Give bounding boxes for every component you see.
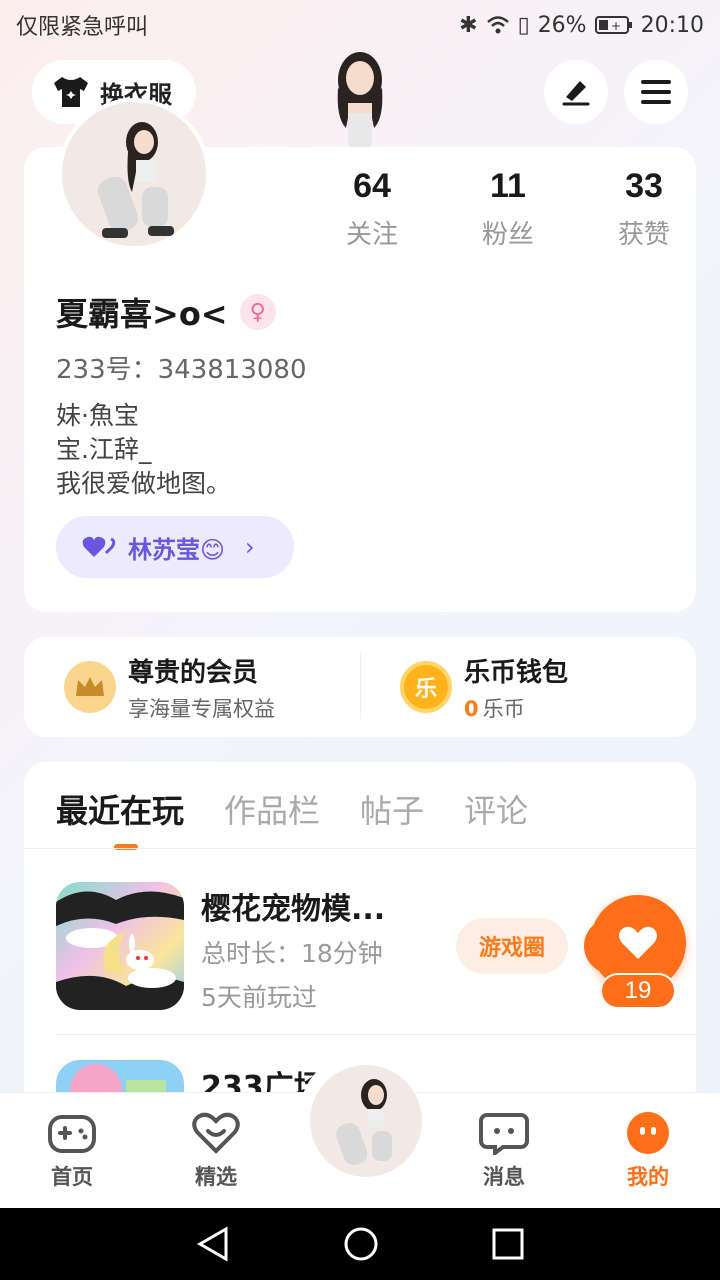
- coin-unit: 乐币: [482, 696, 525, 721]
- game-last-played: 5天前玩过: [201, 983, 317, 1012]
- gamepad-icon: [48, 1115, 96, 1153]
- nav-home-label: 首页: [51, 1165, 93, 1189]
- profile-avatar[interactable]: [58, 98, 210, 250]
- coin-wallet-entry[interactable]: 乐 乐币钱包 0 乐币: [360, 652, 696, 723]
- home-icon[interactable]: [343, 1226, 379, 1262]
- svg-text:+: +: [611, 19, 621, 33]
- profile-stats: 64 关注 11 粉丝 33 获赞: [304, 167, 712, 251]
- coin-amount: 0: [464, 696, 479, 721]
- like-float-button[interactable]: 19: [590, 895, 686, 1015]
- nav-avatar-center[interactable]: [288, 1053, 432, 1208]
- coin-balance: 0 乐币: [464, 693, 568, 723]
- followers-label: 粉丝: [481, 220, 534, 250]
- tab-recently-played[interactable]: 最近在玩: [56, 786, 184, 850]
- vip-title: 尊贵的会员: [128, 657, 259, 688]
- tshirt-icon: [54, 77, 88, 107]
- wallet-divider: [360, 653, 361, 719]
- likes-stat[interactable]: 33 获赞: [576, 167, 712, 251]
- chevron-right-icon: ›: [245, 533, 255, 561]
- menu-button[interactable]: [624, 60, 688, 124]
- carrier-text: 仅限紧急呼叫: [16, 15, 149, 40]
- membership-wallet-card: 尊贵的会员 享海量专属权益 乐 乐币钱包 0 乐币: [24, 637, 696, 737]
- game-meta: 总时长：18分钟 5天前玩过: [201, 932, 383, 1020]
- following-stat[interactable]: 64 关注: [304, 167, 440, 251]
- me-face-icon: [627, 1112, 669, 1154]
- nav-featured-label: 精选: [195, 1165, 237, 1189]
- followers-stat[interactable]: 11 粉丝: [440, 167, 576, 251]
- followers-count: 11: [490, 167, 526, 205]
- likes-label: 获赞: [617, 220, 670, 250]
- nav-messages-label: 消息: [483, 1165, 525, 1189]
- heart-icon: [619, 926, 657, 959]
- crown-icon: [64, 661, 116, 713]
- female-gender-icon: ♀: [239, 294, 276, 330]
- status-icons: ✱ ▯ 26% + 20:10: [459, 13, 704, 38]
- pen-icon: [562, 81, 590, 106]
- user-id: 233号：343813080: [56, 355, 307, 385]
- tab-works[interactable]: 作品栏: [224, 786, 320, 832]
- coin-icon: 乐: [400, 661, 452, 713]
- recents-icon[interactable]: [492, 1228, 524, 1260]
- game-duration: 总时长：18分钟: [201, 939, 383, 968]
- back-icon[interactable]: [196, 1226, 230, 1262]
- like-count: 19: [600, 973, 676, 1009]
- nav-messages[interactable]: 消息: [432, 1093, 576, 1208]
- bottom-navigation: 首页 精选 消息 我的: [0, 1053, 720, 1208]
- nav-me[interactable]: 我的: [576, 1093, 720, 1208]
- user-bio: 妹·魚宝 宝.江辞_ 我很爱做地图。: [56, 401, 232, 498]
- nav-home[interactable]: 首页: [0, 1093, 144, 1208]
- vip-subtitle: 享海量专属权益: [128, 696, 275, 721]
- tab-comments[interactable]: 评论: [464, 786, 528, 832]
- heart-outline-icon: [192, 1112, 240, 1154]
- battery-alert-icon: ▯: [517, 12, 530, 38]
- username: 夏霸喜>o< ♀: [56, 289, 276, 335]
- battery-percent: 26%: [537, 12, 587, 38]
- nav-featured[interactable]: 精选: [144, 1093, 288, 1208]
- tabs-divider: [24, 848, 696, 849]
- partner-name: 林苏莹😊: [128, 535, 226, 564]
- row-divider: [56, 1034, 696, 1035]
- coin-wallet-title: 乐币钱包: [464, 657, 569, 688]
- game-title: 樱花宠物模...: [201, 892, 386, 927]
- username-text: 夏霸喜>o<: [56, 295, 228, 333]
- profile-tabs: 最近在玩 作品栏 帖子 评论: [56, 786, 528, 850]
- likes-count: 33: [625, 167, 663, 205]
- battery-icon: +: [594, 16, 632, 34]
- following-label: 关注: [345, 220, 398, 250]
- edit-profile-button[interactable]: [544, 60, 608, 124]
- character-avatar-figure[interactable]: [322, 48, 398, 148]
- double-heart-icon: [82, 536, 116, 557]
- status-bar: 仅限紧急呼叫 ✱ ▯ 26% + 20:10: [0, 0, 720, 50]
- system-navigation-bar: [0, 1208, 720, 1280]
- following-count: 64: [353, 167, 391, 205]
- chat-icon: [479, 1113, 529, 1155]
- clock: 20:10: [640, 12, 704, 38]
- nav-avatar: [310, 1065, 422, 1177]
- wifi-icon: [486, 16, 509, 34]
- hamburger-menu-icon: [641, 80, 671, 104]
- partner-link[interactable]: 林苏莹😊 ›: [56, 516, 294, 578]
- avatar-image: [97, 122, 174, 238]
- bluetooth-icon: ✱: [459, 12, 478, 38]
- vip-entry[interactable]: 尊贵的会员 享海量专属权益: [24, 652, 360, 723]
- tab-posts[interactable]: 帖子: [360, 786, 424, 832]
- avatar-image: [336, 1079, 392, 1166]
- nav-me-label: 我的: [627, 1165, 669, 1189]
- game-circle-button[interactable]: 游戏圈: [456, 918, 568, 974]
- game-thumbnail: [56, 882, 184, 1010]
